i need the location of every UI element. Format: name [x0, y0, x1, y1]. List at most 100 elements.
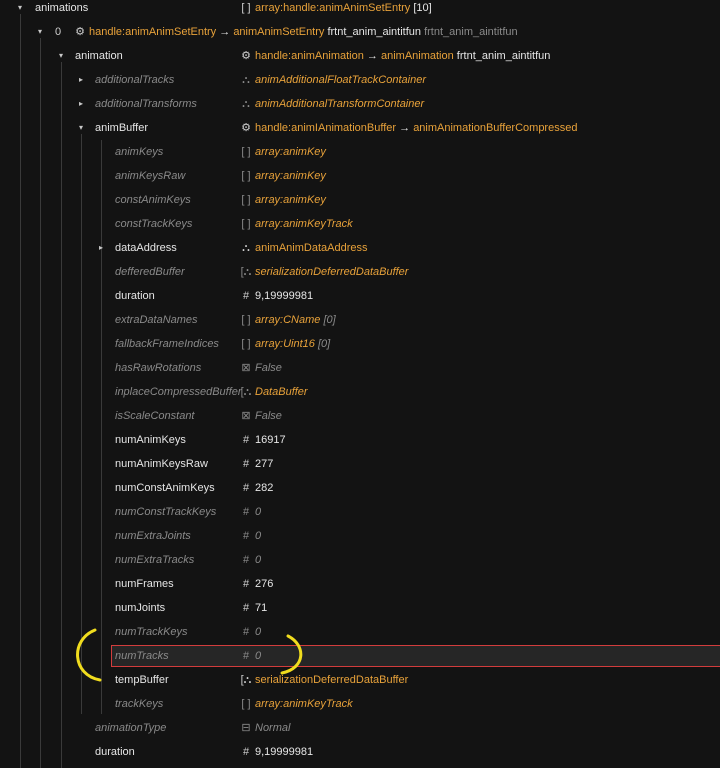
value-part: 71: [255, 602, 268, 614]
tree-row[interactable]: numAnimKeysRaw #277: [0, 452, 720, 476]
property-name: constAnimKeys: [115, 194, 191, 206]
tree-row[interactable]: numTrackKeys #0: [0, 620, 720, 644]
value-part: serializationDeferredDataBuffer: [255, 674, 409, 686]
value-part: array:animKey: [255, 170, 326, 182]
tree-row[interactable]: numJoints #71: [0, 596, 720, 620]
tree-row[interactable]: inplaceCompressedBuffer [⛬ DataBuffer: [0, 380, 720, 404]
tree-row[interactable]: ▸ additionalTracks ⛬ animAdditionalFloatTra…: [0, 68, 720, 92]
value-part: animAnimation: [380, 50, 454, 62]
property-value: array:CName [0]: [255, 308, 336, 332]
handle-icon: ⚙: [241, 122, 251, 134]
property-name: animations: [35, 2, 89, 14]
collapse-arrow-icon[interactable]: ▸: [76, 92, 86, 116]
property-name: additionalTracks: [95, 74, 175, 86]
property-name: inplaceCompressedBuffer: [115, 386, 242, 398]
property-name: animation: [75, 50, 123, 62]
property-name: animKeys: [115, 146, 164, 158]
tree-row[interactable]: isScaleConstant ⊠ False: [0, 404, 720, 428]
value-part: 276: [255, 578, 274, 590]
value-part: array:CName: [255, 314, 321, 326]
property-name: isScaleConstant: [115, 410, 195, 422]
number-icon: #: [242, 506, 250, 518]
property-name: numExtraTracks: [115, 554, 195, 566]
number-icon: #: [242, 554, 250, 566]
property-name: dataAddress: [115, 242, 177, 254]
expand-arrow-icon[interactable]: ▾: [76, 116, 86, 140]
tree-row[interactable]: duration #9,19999981: [0, 740, 720, 764]
buffer-icon: [⛬: [240, 674, 252, 686]
value-part: →: [363, 50, 381, 62]
tree-row[interactable]: numExtraTracks #0: [0, 548, 720, 572]
collapse-arrow-icon[interactable]: ▸: [96, 236, 106, 260]
tree-row[interactable]: numConstAnimKeys #282: [0, 476, 720, 500]
property-value: array:Uint16 [0]: [255, 332, 330, 356]
value-part: array:animKey: [255, 146, 326, 158]
expand-arrow-icon[interactable]: ▾: [35, 20, 45, 44]
tree-row[interactable]: ▸ additionalTransforms ⛬ animAdditionalTran…: [0, 92, 720, 116]
tree-row[interactable]: animationType ⊟ Normal: [0, 716, 720, 740]
tree-row[interactable]: animKeys [ ] array:animKey: [0, 140, 720, 164]
number-icon: #: [242, 482, 250, 494]
tree-row[interactable]: numAnimKeys #16917: [0, 428, 720, 452]
expand-arrow-icon[interactable]: ▾: [56, 44, 66, 68]
property-name: numTracks: [115, 650, 169, 662]
value-part: array:animKeyTrack: [255, 218, 353, 230]
property-value: handle:animAnimation → animAnimation frt…: [255, 44, 550, 68]
array-icon: [ ]: [241, 314, 251, 326]
collapse-arrow-icon[interactable]: ▸: [76, 68, 86, 92]
property-name: constTrackKeys: [115, 218, 193, 230]
value-part: handle:animAnimation: [255, 50, 364, 62]
property-value: handle:animAnimSetEntry → animAnimSetEnt…: [89, 20, 518, 44]
tree-row[interactable]: ▾ animBuffer ⚙ handle:animIAnimationBuffer …: [0, 116, 720, 140]
property-value: Normal: [255, 716, 290, 740]
tree-row[interactable]: ▾ animations [ ] array:handle:animAnimSetEn…: [0, 0, 720, 20]
tree-row[interactable]: hasRawRotations ⊠ False: [0, 356, 720, 380]
value-part: 0: [255, 650, 262, 662]
bool-icon: ⊠: [241, 362, 251, 374]
number-icon: #: [242, 650, 250, 662]
property-name: fallbackFrameIndices: [115, 338, 219, 350]
array-icon: [ ]: [241, 338, 251, 350]
tree-row[interactable]: numFrames #276: [0, 572, 720, 596]
tree-row[interactable]: ▸ dataAddress ⛬ animAnimDataAddress: [0, 236, 720, 260]
tree-row-selected[interactable]: numTracks #0: [0, 644, 720, 668]
expand-arrow-icon[interactable]: ▾: [15, 0, 25, 20]
number-icon: #: [242, 434, 250, 446]
property-value: handle:animIAnimationBuffer → animAnimat…: [255, 116, 577, 140]
tree-row[interactable]: numConstTrackKeys #0: [0, 500, 720, 524]
property-name: numFrames: [115, 578, 174, 590]
tree-row[interactable]: constAnimKeys [ ] array:animKey: [0, 188, 720, 212]
value-part: False: [255, 362, 282, 374]
value-part: 277: [255, 458, 274, 470]
tree-row[interactable]: extraDataNames [ ] array:CName [0]: [0, 308, 720, 332]
property-name: numConstAnimKeys: [115, 482, 215, 494]
value-part: array:animKey: [255, 194, 326, 206]
property-name: hasRawRotations: [115, 362, 202, 374]
tree-row[interactable]: tempBuffer [⛬ serializationDeferredDataBuf…: [0, 668, 720, 692]
value-part: frtnt_anim_aintitfun: [421, 26, 518, 38]
value-part: 16917: [255, 434, 286, 446]
tree-row[interactable]: defferedBuffer [⛬ serializationDeferredDat…: [0, 260, 720, 284]
value-part: →: [396, 122, 414, 134]
tree-row[interactable]: numExtraJoints #0: [0, 524, 720, 548]
tree-row[interactable]: fallbackFrameIndices [ ] array:Uint16 [0]: [0, 332, 720, 356]
value-part: handle:animAnimSetEntry: [89, 26, 217, 38]
property-value: serializationDeferredDataBuffer: [255, 260, 408, 284]
tree-row[interactable]: trackKeys [ ] array:animKeyTrack: [0, 692, 720, 716]
tree-row[interactable]: duration #9,19999981: [0, 284, 720, 308]
number-icon: #: [242, 746, 250, 758]
property-name: extraDataNames: [115, 314, 198, 326]
tree-row[interactable]: animKeysRaw [ ] array:animKey: [0, 164, 720, 188]
tree-row[interactable]: ▾ animation ⚙ handle:animAnimation → animAn…: [0, 44, 720, 68]
property-name: 0: [55, 26, 62, 38]
value-part: handle:animIAnimationBuffer: [255, 122, 397, 134]
tree-row[interactable]: ▾ 0 ⚙ handle:animAnimSetEntry → animAnimSet…: [0, 20, 720, 44]
property-value: animAdditionalFloatTrackContainer: [255, 68, 426, 92]
number-icon: #: [242, 626, 250, 638]
property-value: serializationDeferredDataBuffer: [255, 668, 408, 692]
number-icon: #: [242, 290, 250, 302]
tree-row[interactable]: constTrackKeys [ ] array:animKeyTrack: [0, 212, 720, 236]
value-part: 0: [255, 626, 262, 638]
value-part: array:handle:animAnimSetEntry: [255, 2, 411, 14]
property-name: duration: [115, 290, 155, 302]
